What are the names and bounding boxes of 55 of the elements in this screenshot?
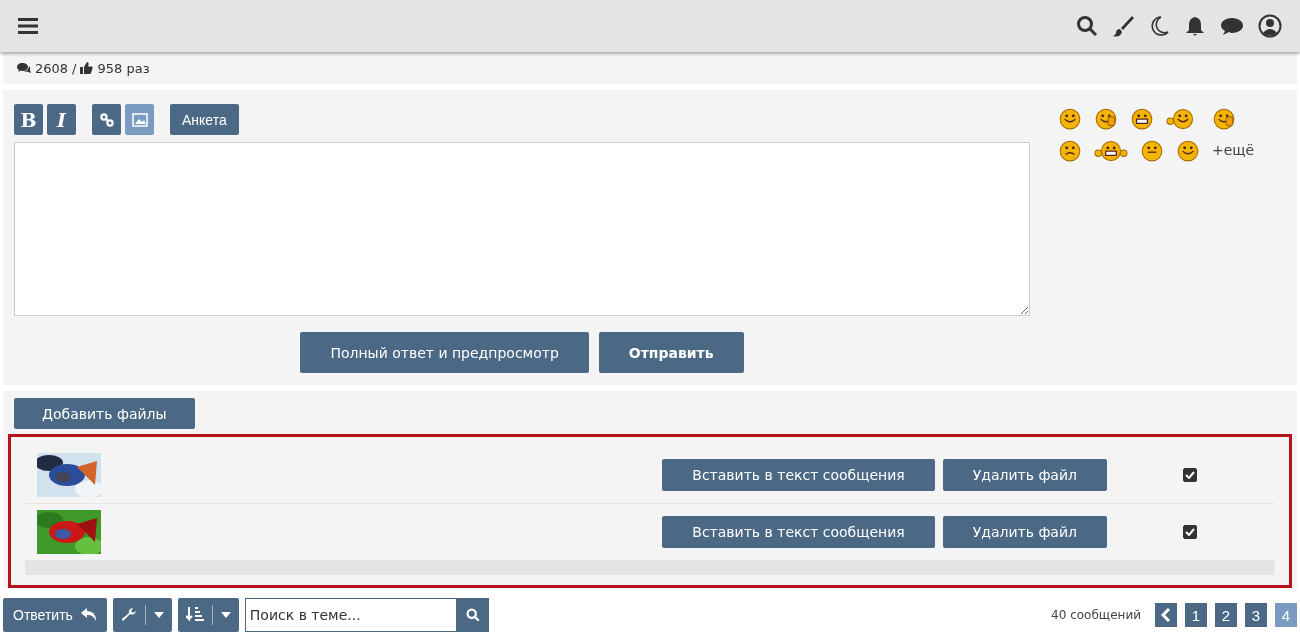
- smiley-icon[interactable]: [1058, 106, 1082, 130]
- checkbox[interactable]: [1183, 468, 1197, 482]
- italic-button[interactable]: I: [47, 104, 76, 135]
- topic-search-field[interactable]: Поиск в теме...: [244, 598, 457, 632]
- like-count: 958 раз: [97, 60, 150, 76]
- smiley-icon[interactable]: [1212, 106, 1236, 130]
- menu-icon[interactable]: [18, 18, 38, 34]
- user-icon[interactable]: [1258, 14, 1282, 38]
- separator: /: [72, 60, 77, 76]
- bold-button[interactable]: B: [14, 104, 43, 135]
- smiley-icon[interactable]: [1058, 138, 1082, 162]
- add-files-button[interactable]: Добавить файлы: [14, 398, 195, 429]
- page-button[interactable]: 1: [1185, 603, 1207, 627]
- image-icon: [131, 112, 148, 127]
- insert-button[interactable]: Вставить в текст сообщения: [662, 459, 935, 491]
- link-icon: [99, 112, 114, 127]
- bell-icon[interactable]: [1184, 15, 1206, 37]
- insert-button[interactable]: Вставить в текст сообщения: [662, 516, 935, 548]
- link-button[interactable]: [92, 104, 121, 135]
- brush-icon[interactable]: [1112, 15, 1134, 37]
- search-icon[interactable]: [1076, 15, 1098, 37]
- page-button[interactable]: 3: [1245, 603, 1267, 627]
- more-smileys-link[interactable]: +ещё: [1212, 142, 1255, 158]
- previous-page-button[interactable]: [1155, 603, 1177, 627]
- checkbox[interactable]: [1183, 525, 1197, 539]
- wrench-icon: [120, 607, 137, 623]
- message-count: 40 сообщений: [1051, 608, 1141, 622]
- smiley-icon[interactable]: [1094, 106, 1118, 130]
- chevron-left-icon: [1161, 608, 1171, 622]
- chat-icon[interactable]: [1220, 15, 1244, 37]
- reply-count: 2608: [35, 60, 69, 76]
- moon-icon[interactable]: [1148, 15, 1170, 37]
- tools-dropdown[interactable]: [112, 598, 172, 632]
- sort-dropdown[interactable]: [177, 598, 239, 632]
- caret-icon: [153, 612, 164, 618]
- smiley-icon[interactable]: [1130, 106, 1154, 130]
- delete-file-button[interactable]: Удалить файл: [942, 516, 1107, 548]
- reply-button[interactable]: Ответить: [3, 598, 107, 632]
- preview-button[interactable]: Полный ответ и предпросмотр: [300, 332, 589, 373]
- smiley-icon[interactable]: [1140, 138, 1164, 162]
- image-button[interactable]: [125, 104, 154, 135]
- poll-button[interactable]: Анкета: [170, 104, 239, 135]
- comments-icon: [17, 62, 31, 74]
- smiley-icon[interactable]: [1094, 138, 1128, 162]
- sort-icon: [185, 607, 204, 623]
- search-button[interactable]: [456, 598, 489, 632]
- delete-file-button[interactable]: Удалить файл: [942, 459, 1107, 491]
- search-icon: [465, 608, 480, 622]
- reply-arrow-icon: [80, 608, 97, 622]
- smiley-icon[interactable]: [1176, 138, 1200, 162]
- page-button[interactable]: 2: [1215, 603, 1237, 627]
- message-field[interactable]: [14, 142, 1030, 316]
- send-button[interactable]: Отправить: [598, 332, 744, 373]
- caret-icon: [220, 612, 231, 618]
- thumbs-up-icon: [80, 62, 94, 74]
